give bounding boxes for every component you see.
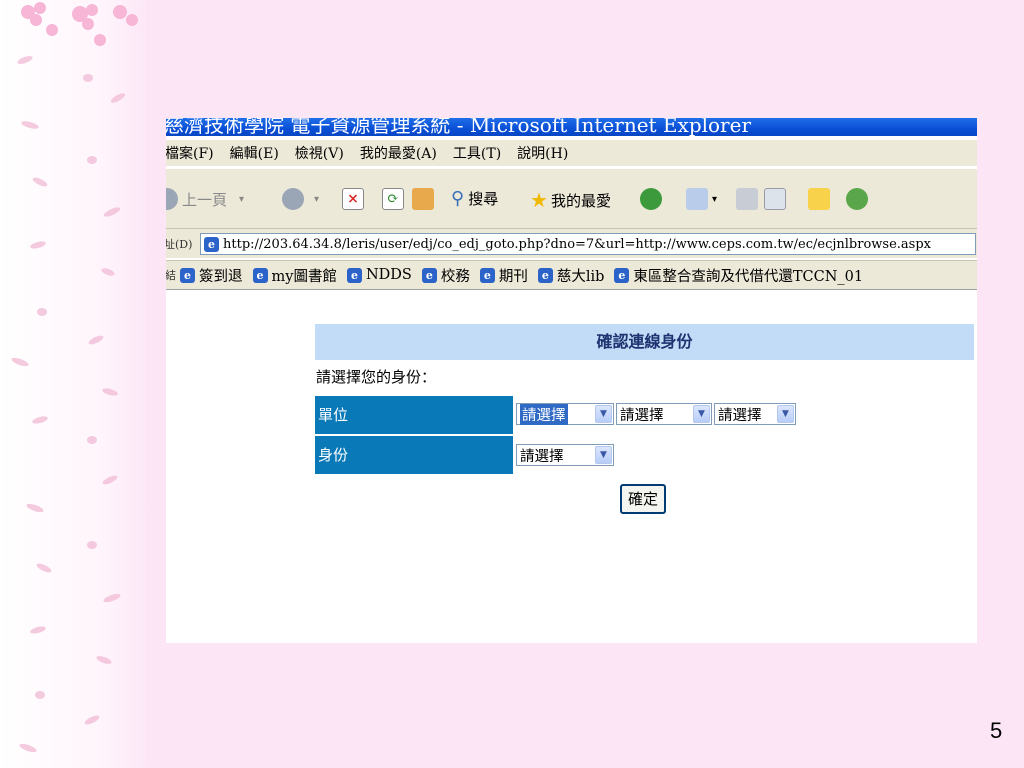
chevron-down-icon: ▼: [693, 405, 710, 423]
favorites-button[interactable]: ★ 我的最愛: [530, 188, 611, 212]
home-button[interactable]: [412, 188, 438, 210]
ie-page-icon: e: [180, 267, 195, 283]
unit-select-3[interactable]: 請選擇 ▼: [714, 403, 796, 425]
address-input[interactable]: e http://203.64.34.8/leris/user/edj/co_e…: [200, 233, 976, 255]
confirm-button[interactable]: 確定: [620, 484, 666, 514]
discuss-button[interactable]: [808, 188, 834, 210]
ie-page-icon: e: [346, 267, 362, 283]
refresh-icon: ⟳: [382, 188, 404, 210]
forward-arrow-icon: [282, 188, 304, 210]
window-titlebar: 慈濟技術學院 電子資源管理系統 - Microsoft Internet Exp…: [166, 118, 977, 136]
menu-edit[interactable]: 編輯(E): [230, 143, 279, 163]
identity-select[interactable]: 請選擇 ▼: [516, 444, 614, 466]
link-tcu-lib[interactable]: e 慈大lib: [537, 265, 604, 286]
history-icon: [640, 188, 662, 210]
address-bar: 址(D) e http://203.64.34.8/leris/user/edj…: [166, 228, 977, 258]
ie-page-icon: e: [479, 267, 495, 283]
address-url: http://203.64.34.8/leris/user/edj/co_edj…: [223, 236, 931, 252]
link-school-affairs[interactable]: e 校務: [421, 265, 470, 286]
link-journals[interactable]: e 期刊: [479, 265, 528, 286]
mail-button[interactable]: ▾: [686, 188, 717, 210]
messenger-icon: [846, 188, 868, 210]
unit-select-1[interactable]: 請選擇 ▼: [516, 403, 614, 425]
ie-page-icon: e: [421, 267, 437, 283]
petal-decoration-icon: [11, 2, 138, 753]
slide-page-number: 5: [990, 718, 1003, 743]
menu-view[interactable]: 檢視(V): [295, 143, 344, 163]
search-button[interactable]: ⚲ 搜尋: [451, 188, 498, 209]
chevron-down-icon: ▼: [777, 405, 794, 423]
stop-button[interactable]: ×: [342, 188, 368, 210]
address-label: 址(D): [166, 238, 193, 251]
back-arrow-icon: [166, 188, 178, 210]
menu-bar: 檔案(F) 編輯(E) 檢視(V) 我的最愛(A) 工具(T) 說明(H): [166, 140, 977, 166]
edit-icon: [764, 188, 786, 210]
links-bar: 結 e 簽到退 e my圖書館 e NDDS e 校務 e 期刊 e 慈大lib e 東區整合…: [166, 260, 977, 290]
menu-favorites[interactable]: 我的最愛(A): [360, 143, 437, 163]
menu-file[interactable]: 檔案(F): [166, 143, 214, 163]
ie-page-icon: e: [537, 267, 553, 283]
chevron-down-icon: ▼: [595, 446, 612, 464]
window-title: 慈濟技術學院 電子資源管理系統 - Microsoft Internet Exp…: [166, 118, 752, 136]
stop-icon: ×: [342, 188, 364, 210]
ie-page-icon: e: [204, 236, 219, 252]
note-icon: [808, 188, 830, 210]
chevron-down-icon: ▼: [595, 405, 612, 423]
ie-page-icon: e: [614, 267, 630, 283]
link-my-library[interactable]: e my圖書館: [252, 265, 337, 286]
edit-button[interactable]: [764, 188, 790, 210]
search-icon: ⚲: [451, 188, 465, 209]
forward-button[interactable]: ▾: [282, 188, 319, 210]
link-signin[interactable]: e 簽到退: [180, 265, 243, 286]
messenger-button[interactable]: [846, 188, 872, 210]
menu-tools[interactable]: 工具(T): [453, 143, 501, 163]
standard-toolbar: 上一頁 ▾ ▾ × ⟳ ⚲ 搜尋 ★ 我的最愛 ▾: [166, 168, 977, 232]
back-button[interactable]: 上一頁 ▾: [166, 188, 244, 210]
print-button[interactable]: [736, 188, 762, 210]
dropdown-arrow-icon: ▾: [314, 193, 320, 205]
menu-help[interactable]: 說明(H): [517, 143, 568, 163]
decorative-flower-strip: [0, 0, 150, 768]
ie-page-icon: e: [252, 267, 268, 283]
link-ndds[interactable]: e NDDS: [346, 267, 412, 283]
mail-icon: [686, 188, 708, 210]
print-icon: [736, 188, 758, 210]
link-tccn[interactable]: e 東區整合查詢及代借代還TCCN_01: [614, 265, 863, 286]
form-header: 確認連線身份: [315, 324, 974, 360]
identity-label: 身份: [315, 436, 513, 474]
links-label: 結: [166, 269, 176, 282]
star-icon: ★: [530, 188, 548, 212]
unit-select-2[interactable]: 請選擇 ▼: [616, 403, 712, 425]
dropdown-arrow-icon: ▾: [239, 193, 245, 205]
refresh-button[interactable]: ⟳: [382, 188, 408, 210]
home-icon: [412, 188, 434, 210]
dropdown-arrow-icon: ▾: [712, 193, 718, 205]
history-button[interactable]: [640, 188, 666, 210]
browser-screenshot: 慈濟技術學院 電子資源管理系統 - Microsoft Internet Exp…: [166, 118, 977, 643]
identity-prompt: 請選擇您的身份：: [316, 368, 437, 386]
page-content: 確認連線身份 請選擇您的身份： 單位 請選擇 ▼ 請選擇 ▼ 請選擇 ▼ 身份 …: [166, 292, 977, 643]
unit-label: 單位: [315, 396, 513, 434]
